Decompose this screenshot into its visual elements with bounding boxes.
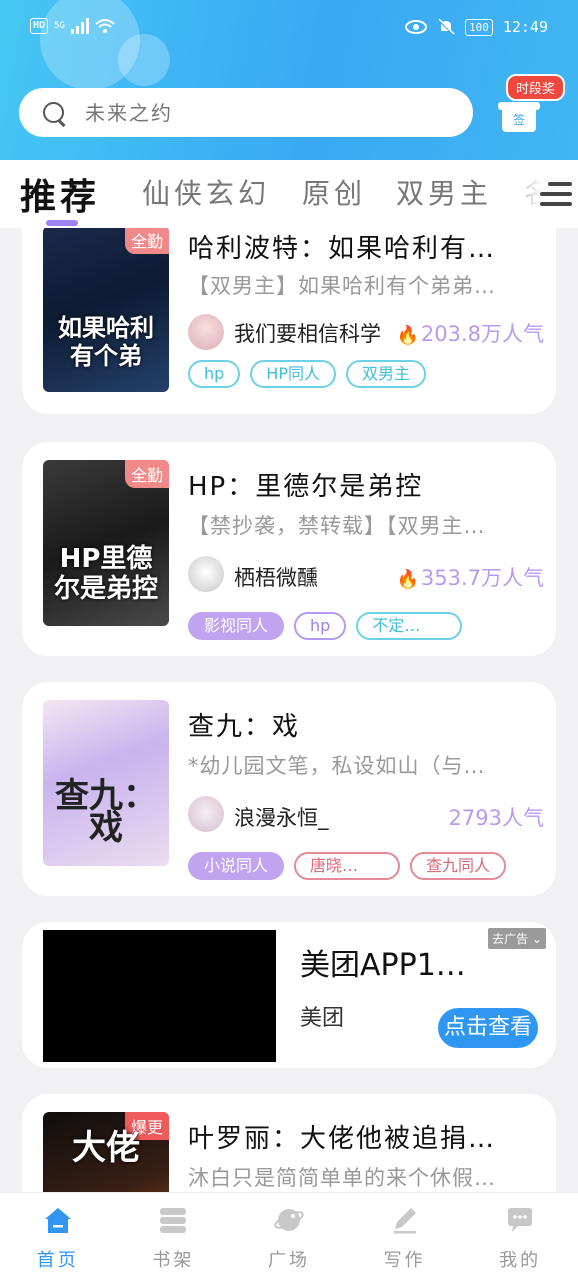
nav-label: 广场 (267, 1250, 310, 1271)
tag-list: hp HP同人 双男主 (188, 360, 426, 388)
book-description: 【双男主】如果哈利有个弟弟… (188, 274, 496, 298)
book-card[interactable]: 查九：戏 查九：戏 *幼儿园文笔，私设如山（与… 浪漫永恒_ 2793人气 小说… (22, 682, 556, 896)
search-input[interactable] (85, 100, 445, 125)
tag-list: 影视同人 hp 不定… (188, 612, 463, 640)
avatar[interactable] (188, 314, 224, 350)
cover-title-art: 大佬 (72, 1128, 140, 1168)
chat-bubble-icon (508, 1208, 533, 1232)
nav-label: 我的 (499, 1250, 542, 1271)
ad-cta-button[interactable]: 点击查看 (438, 1008, 538, 1048)
ad-brand: 美团 (300, 1006, 345, 1031)
book-title[interactable]: 叶罗丽：大佬他被追捐… (188, 1118, 528, 1155)
cover-title-art: 查九：戏 (55, 776, 157, 848)
signin-reward-button[interactable]: 时段奖 签 (496, 74, 568, 136)
nav-label: 首页 (36, 1250, 79, 1271)
tab-recommend[interactable]: 推荐 (20, 168, 100, 220)
tag[interactable]: 小说同人 (188, 852, 285, 880)
bookshelf-icon (160, 1208, 187, 1233)
popularity-count: 🔥203.8万人气 (396, 322, 544, 346)
cover-badge: 全勤 (124, 460, 169, 488)
flame-icon: 🔥 (396, 325, 419, 346)
planet-icon (274, 1209, 304, 1231)
pen-icon (393, 1208, 416, 1234)
tag[interactable]: 影视同人 (188, 612, 285, 640)
book-cover[interactable]: 爆更 大佬 (43, 1112, 169, 1192)
tag[interactable]: hp (188, 360, 241, 388)
tag[interactable]: 查九同人 (410, 852, 507, 880)
hd-badge: HD (30, 18, 49, 34)
reward-badge: 时段奖 (506, 74, 566, 101)
book-cover[interactable]: 全勤 HP里德尔是弟控 (43, 460, 169, 626)
search-icon (41, 100, 67, 126)
status-bar: HD 5G 100 12:49 (0, 0, 578, 58)
search-bar[interactable] (19, 88, 473, 137)
popularity-count: 🔥353.7万人气 (396, 566, 544, 590)
cover-badge: 全勤 (124, 228, 169, 254)
nav-home[interactable]: 首页 (0, 1193, 116, 1280)
signal-icon (70, 18, 89, 34)
active-tab-indicator (46, 220, 78, 226)
nav-square[interactable]: 广场 (231, 1193, 347, 1280)
nav-mine[interactable]: 我的 (462, 1193, 578, 1280)
mute-bell-icon (438, 18, 455, 35)
tag[interactable]: 双男主 (345, 360, 426, 388)
book-cover[interactable]: 全勤 如果哈利有个弟 (43, 228, 169, 392)
tab-double-male[interactable]: 双男主 (396, 172, 492, 212)
header: HD 5G 100 12:49 时段奖 签 (0, 0, 578, 160)
remove-ad-button[interactable]: 去广告 ⌄ (488, 928, 546, 949)
status-right: 100 12:49 (404, 18, 548, 36)
tag[interactable]: hp (294, 612, 347, 640)
book-description: 沐白只是简简单单的来个休假… (188, 1166, 496, 1190)
ad-media[interactable] (43, 930, 276, 1062)
ad-title[interactable]: 美团APP1折… (300, 940, 490, 984)
tag[interactable]: 唐晓… (294, 852, 401, 880)
flame-icon: 🔥 (396, 569, 419, 590)
book-list: 全勤 如果哈利有个弟 哈利波特：如果哈利有… 【双男主】如果哈利有个弟弟… 我们… (0, 228, 578, 1192)
gift-icon: 签 (498, 102, 540, 132)
nav-write[interactable]: 写作 (347, 1193, 463, 1280)
menu-icon[interactable] (540, 182, 572, 206)
category-tabs: 推荐 仙侠玄幻 原创 双男主 名 (0, 160, 578, 228)
tag[interactable]: HP同人 (250, 360, 336, 388)
book-description: 【禁抄袭，禁转载】【双男主… (188, 514, 486, 538)
author-name[interactable]: 浪漫永恒_ (234, 802, 329, 832)
clock: 12:49 (502, 18, 548, 36)
status-left: HD 5G (30, 18, 115, 34)
author-name[interactable]: 栖梧微醺 (234, 562, 318, 592)
ad-card[interactable]: 美团APP1折… 美团 去广告 ⌄ 点击查看 (22, 922, 556, 1068)
battery-indicator: 100 (464, 18, 493, 36)
book-card[interactable]: 爆更 大佬 叶罗丽：大佬他被追捐… 沐白只是简简单单的来个休假… (22, 1094, 556, 1192)
book-title[interactable]: 哈利波特：如果哈利有… (188, 228, 528, 265)
home-icon (44, 1208, 71, 1233)
book-description: *幼儿园文笔，私设如山（与… (188, 754, 486, 778)
book-cover[interactable]: 查九：戏 (43, 700, 169, 866)
nav-label: 书架 (152, 1250, 195, 1271)
cover-title-art: HP里德尔是弟控 (53, 544, 158, 604)
wifi-icon (95, 19, 115, 33)
bottom-nav: 首页 书架 广场 写作 我的 (0, 1192, 578, 1280)
book-card[interactable]: 全勤 如果哈利有个弟 哈利波特：如果哈利有… 【双男主】如果哈利有个弟弟… 我们… (22, 228, 556, 414)
tag-list: 小说同人 唐晓… 查九同人 (188, 852, 507, 880)
book-title[interactable]: 查九：戏 (188, 706, 528, 743)
tab-original[interactable]: 原创 (302, 172, 366, 212)
avatar[interactable] (188, 556, 224, 592)
popularity-count: 2793人气 (448, 806, 544, 830)
nav-bookshelf[interactable]: 书架 (116, 1193, 232, 1280)
tag[interactable]: 不定… (356, 612, 463, 640)
author-name[interactable]: 我们要相信科学 (234, 318, 381, 348)
nav-label: 写作 (383, 1250, 426, 1271)
book-title[interactable]: HP：里德尔是弟控 (188, 466, 528, 503)
cover-title-art: 如果哈利有个弟 (58, 314, 154, 370)
network-label: 5G (54, 21, 65, 31)
eye-icon (404, 20, 427, 34)
tab-xianxia[interactable]: 仙侠玄幻 (142, 172, 270, 212)
avatar[interactable] (188, 796, 224, 832)
book-card[interactable]: 全勤 HP里德尔是弟控 HP：里德尔是弟控 【禁抄袭，禁转载】【双男主… 栖梧微… (22, 442, 556, 656)
